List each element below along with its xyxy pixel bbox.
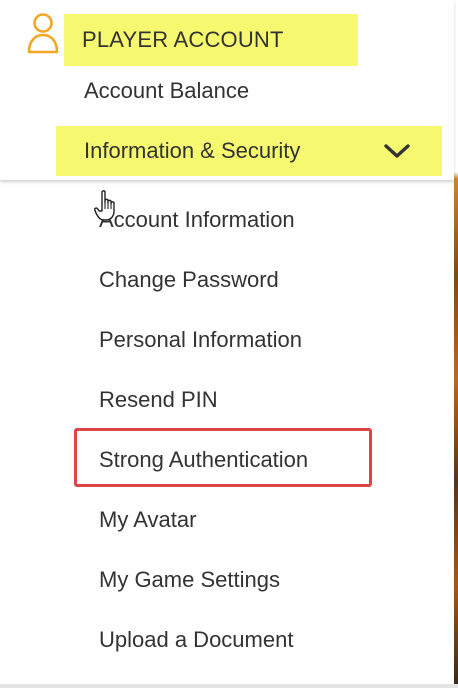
user-icon [27, 13, 59, 54]
player-account-title: PLAYER ACCOUNT [82, 27, 284, 52]
submenu-item-change-password[interactable]: Change Password [99, 267, 279, 293]
submenu-item-strong-authentication[interactable]: Strong Authentication [99, 447, 308, 473]
submenu-item-upload-a-document[interactable]: Upload a Document [99, 627, 293, 653]
submenu-item-personal-information[interactable]: Personal Information [99, 327, 302, 353]
submenu-item-my-avatar[interactable]: My Avatar [99, 507, 196, 533]
hand-pointer-icon [94, 190, 115, 221]
player-account-menu: PLAYER ACCOUNT Account Balance Informati… [0, 0, 458, 688]
chevron-down-icon[interactable] [382, 136, 412, 166]
player-account-header[interactable]: PLAYER ACCOUNT [64, 14, 358, 66]
information-security-toggle[interactable]: Information & Security [56, 126, 442, 176]
background-edge [454, 0, 458, 688]
information-security-submenu: Account Information Change Password Pers… [0, 180, 454, 684]
menu-top-section: PLAYER ACCOUNT Account Balance Informati… [0, 0, 454, 180]
information-security-label: Information & Security [84, 138, 301, 163]
submenu-item-resend-pin[interactable]: Resend PIN [99, 387, 218, 413]
submenu-item-my-game-settings[interactable]: My Game Settings [99, 567, 280, 593]
bottom-divider [0, 684, 458, 688]
submenu-item-account-information[interactable]: Account Information [99, 207, 295, 233]
account-balance-link[interactable]: Account Balance [84, 78, 249, 104]
